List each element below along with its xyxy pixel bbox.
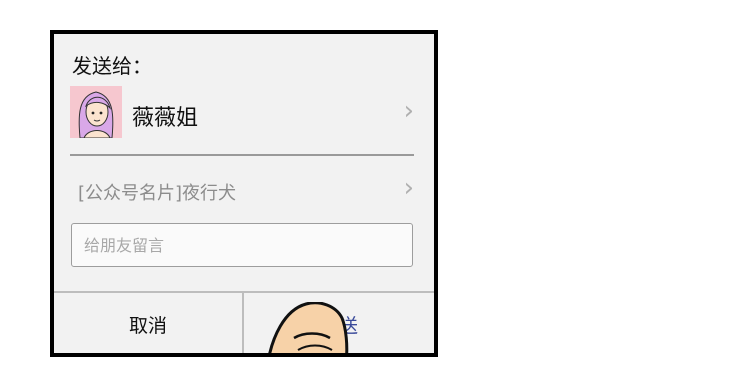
recipient-name: 薇薇姐: [132, 106, 199, 131]
button-row: 取消 发送: [54, 291, 434, 353]
chevron-right-icon: ›: [403, 173, 414, 203]
card-text: [公众号名片]夜行犬: [78, 183, 237, 204]
cancel-button[interactable]: 取消: [54, 293, 242, 353]
chevron-right-icon: ›: [403, 96, 414, 126]
recipient-row[interactable]: 薇薇姐 ›: [70, 86, 414, 142]
avatar: [70, 86, 122, 138]
message-input[interactable]: [71, 223, 413, 267]
avatar-illustration-icon: [70, 86, 122, 138]
share-dialog: 发送给： 薇薇姐 › [公众号名片]夜行犬 › 取消 发送: [50, 30, 438, 357]
pointing-finger-icon: [268, 302, 349, 353]
send-to-label: 发送给：: [72, 54, 152, 78]
card-row[interactable]: [公众号名片]夜行犬 ›: [78, 173, 414, 209]
divider: [70, 154, 414, 156]
